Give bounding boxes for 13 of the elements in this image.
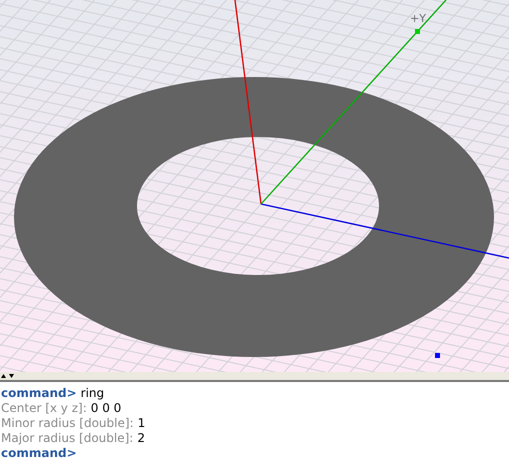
point-marker xyxy=(435,353,440,358)
axis-label: +Y xyxy=(410,12,426,25)
entered-value: 2 xyxy=(137,431,145,446)
entered-value: 1 xyxy=(138,416,146,431)
command-prompt: command> xyxy=(1,386,77,401)
input-prompt: Major radius [double]: xyxy=(1,431,134,446)
command-prompt: command> xyxy=(1,446,77,461)
input-prompt: Center [x y z]: xyxy=(1,401,87,416)
input-prompt: Minor radius [double]: xyxy=(1,416,134,431)
entered-value: 0 0 0 xyxy=(90,401,122,416)
entered-value: ring xyxy=(80,386,104,401)
up-arrow-icon[interactable] xyxy=(1,374,6,378)
down-arrow-icon[interactable] xyxy=(9,374,14,378)
